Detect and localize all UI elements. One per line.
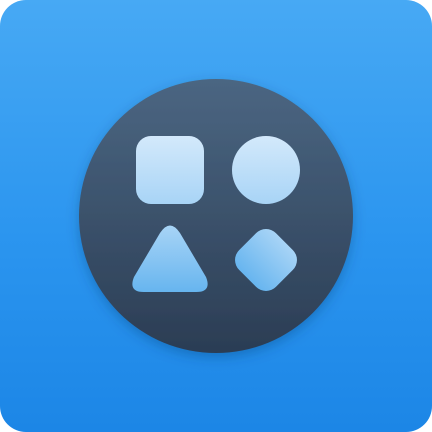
square-shape [136,136,204,204]
app-icon [0,0,432,432]
badge-circle [79,79,353,353]
circle-shape [232,136,300,204]
shapes-icon [79,79,353,353]
